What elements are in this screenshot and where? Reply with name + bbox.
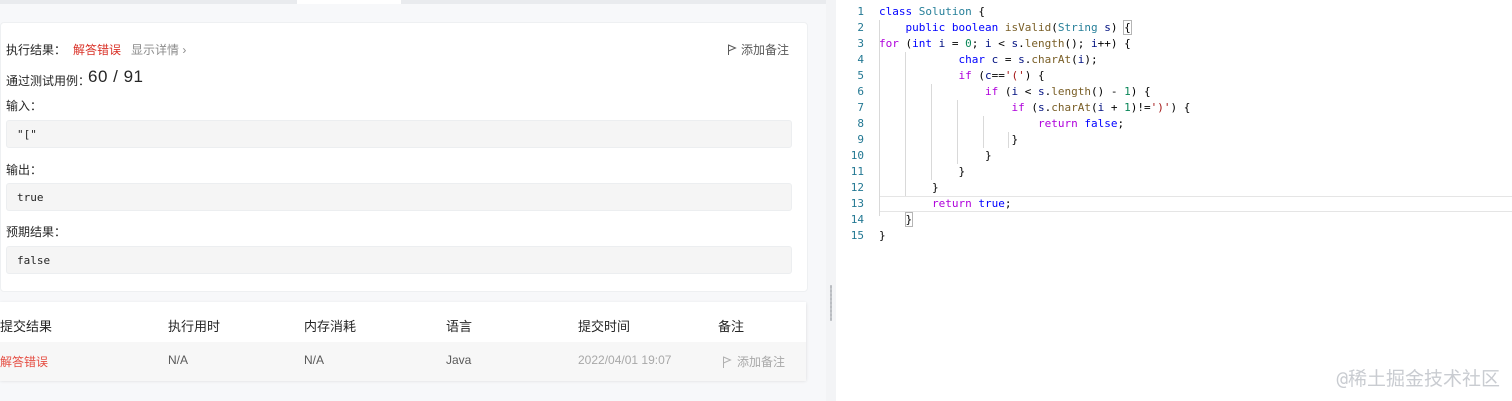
line-number: 8: [857, 117, 864, 130]
line-number: 4: [857, 53, 864, 66]
input-label: 输入：: [6, 99, 43, 113]
cases-value: 60 / 91: [88, 67, 144, 86]
row-language: Java: [446, 353, 472, 367]
line-number: 1: [857, 5, 864, 18]
row-runtime: N/A: [168, 353, 189, 367]
expected-label: 预期结果：: [6, 225, 67, 239]
add-note-label: 添加备注: [741, 43, 790, 57]
header-memory: 内存消耗: [304, 319, 357, 334]
watermark: @稀土掘金技术社区: [1336, 368, 1500, 390]
cases-label: 通过测试用例：: [6, 74, 91, 88]
output-label: 输出：: [6, 163, 43, 177]
line-number: 2: [857, 21, 864, 34]
header-time: 提交时间: [578, 319, 631, 334]
row-memory: N/A: [304, 353, 325, 367]
tab-strip: [0, 0, 826, 4]
flag-icon: [723, 356, 732, 368]
panel-splitter[interactable]: [826, 0, 836, 401]
status-label: 执行结果：: [6, 43, 67, 57]
status-value: 解答错误: [73, 43, 122, 57]
submissions-table: 提交结果 执行用时 内存消耗 语言 提交时间 备注 解答错误 N/A N/A J…: [0, 302, 806, 381]
line-number: 5: [857, 69, 864, 82]
row-note-label: 添加备注: [737, 355, 786, 369]
input-box: "[": [6, 120, 792, 148]
row-result[interactable]: 解答错误: [0, 353, 48, 370]
header-runtime: 执行用时: [168, 319, 221, 334]
line-number: 11: [850, 165, 864, 178]
output-box: true: [6, 183, 792, 211]
expected-box: false: [6, 246, 792, 274]
line-number: 9: [857, 133, 864, 146]
show-details-link[interactable]: 显示详情 ›: [131, 41, 186, 58]
row-add-note-button[interactable]: 添加备注: [722, 353, 785, 370]
result-card: 执行结果： 解答错误 显示详情 › 添加备注 通过测试用例： 60 / 91 输…: [0, 22, 808, 292]
line-number: 13: [850, 197, 864, 210]
row-time: 2022/04/01 19:07: [578, 353, 672, 367]
line-number: 7: [857, 101, 864, 114]
header-result: 提交结果: [0, 319, 53, 334]
active-tab-indicator: [297, 0, 401, 4]
line-number: 14: [850, 213, 864, 226]
flag-icon: [728, 44, 737, 55]
line-number: 3: [857, 37, 864, 50]
code-editor[interactable]: 1 class Solution { 2 public boolean isVal…: [836, 0, 1512, 401]
line-number: 10: [850, 149, 864, 162]
line-number: 12: [850, 181, 864, 194]
line-number: 6: [857, 85, 864, 98]
header-note: 备注: [718, 319, 745, 334]
add-note-button[interactable]: 添加备注: [727, 41, 789, 58]
result-panel: 执行结果： 解答错误 显示详情 › 添加备注 通过测试用例： 60 / 91 输…: [0, 0, 826, 401]
header-language: 语言: [446, 319, 473, 334]
line-number: 15: [850, 229, 864, 242]
table-row[interactable]: 解答错误 N/A N/A Java 2022/04/01 19:07 添加备注: [0, 342, 806, 381]
